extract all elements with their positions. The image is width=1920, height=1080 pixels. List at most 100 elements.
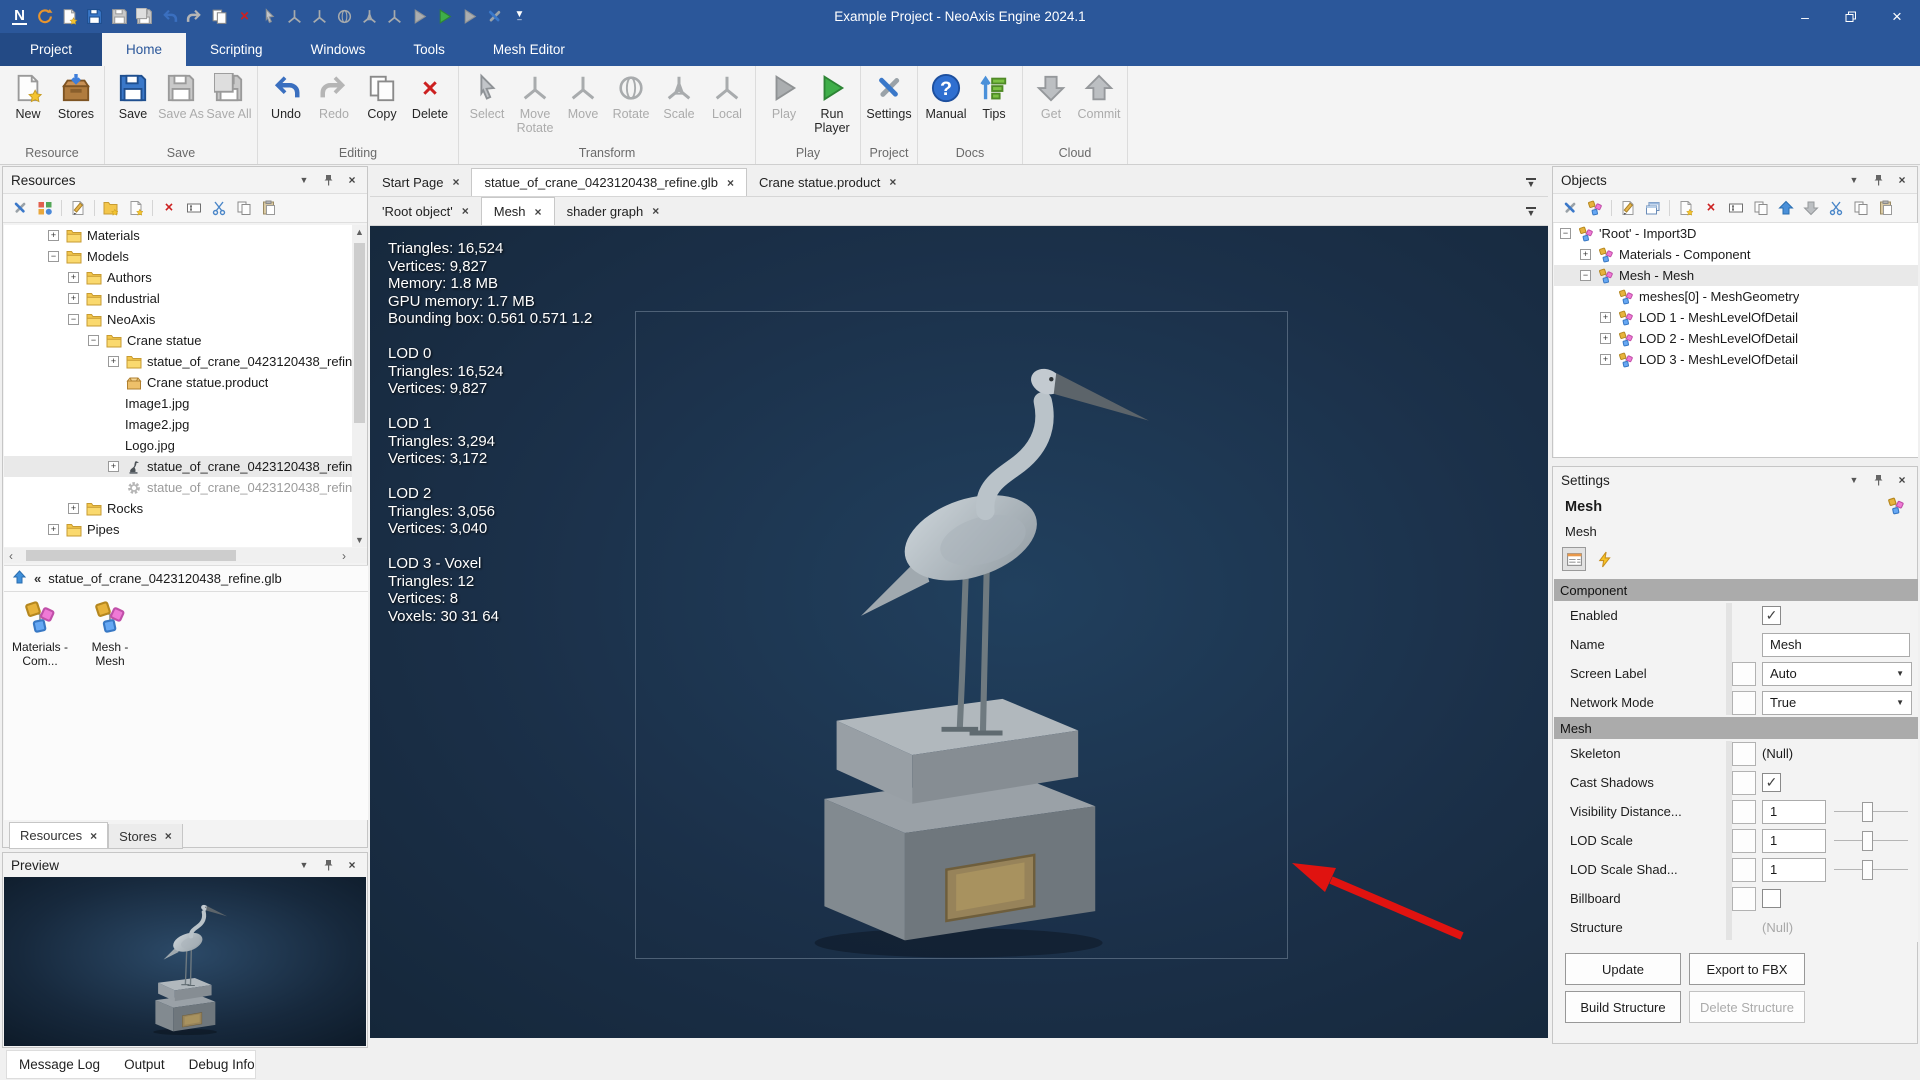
tree-row[interactable]: −'Root' - Import3D xyxy=(1554,223,1918,244)
ribbon-button-save-as[interactable]: Save As xyxy=(157,68,205,121)
ribbon-button-manual[interactable]: ?Manual xyxy=(922,68,970,121)
duplicate-icon[interactable] xyxy=(1752,199,1770,217)
tree-row[interactable]: meshes[0] - MeshGeometry xyxy=(1554,286,1918,307)
ribbon-button-redo[interactable]: Redo xyxy=(310,68,358,121)
local-icon[interactable] xyxy=(385,7,404,26)
number-field[interactable]: 1 xyxy=(1762,858,1826,882)
tab-list-icon[interactable]: ▼ xyxy=(1524,178,1538,187)
checkbox[interactable]: ✓ xyxy=(1762,606,1781,625)
close-icon[interactable]: × xyxy=(462,204,469,218)
tree-row[interactable]: +LOD 2 - MeshLevelOfDetail xyxy=(1554,328,1918,349)
document-tab-mesh[interactable]: Mesh× xyxy=(481,197,555,225)
new-resource-icon[interactable] xyxy=(127,199,145,217)
rename-icon[interactable] xyxy=(185,199,203,217)
ribbon-button-move[interactable]: Move xyxy=(559,68,607,121)
content-item-materials-com[interactable]: Materials - Com... xyxy=(8,600,72,668)
tree-row[interactable]: +Pipes xyxy=(4,519,352,540)
bottom-tab-message-log[interactable]: Message Log xyxy=(19,1057,100,1072)
resources-tree-hscrollbar[interactable]: ‹ › xyxy=(4,548,367,563)
new-resource-icon[interactable] xyxy=(1677,199,1695,217)
tree-row[interactable]: +LOD 3 - MeshLevelOfDetail xyxy=(1554,349,1918,370)
default-value-box[interactable] xyxy=(1732,691,1756,715)
copy-icon[interactable] xyxy=(210,7,229,26)
overflow-icon[interactable]: ▼– xyxy=(510,7,529,26)
default-value-box[interactable] xyxy=(1732,662,1756,686)
tree-row[interactable]: Image1.jpg xyxy=(4,393,352,414)
save-as-icon[interactable] xyxy=(110,7,129,26)
move-down-icon[interactable] xyxy=(1802,199,1820,217)
ribbon-tab-mesh-editor[interactable]: Mesh Editor xyxy=(469,33,589,66)
ribbon-button-save-all[interactable]: Save All xyxy=(205,68,253,121)
panel-menu-icon[interactable]: ▼ xyxy=(1847,475,1861,485)
close-icon[interactable]: × xyxy=(345,858,359,872)
dock-tab-stores[interactable]: Stores× xyxy=(108,824,183,849)
shapes-icon[interactable] xyxy=(36,199,54,217)
ribbon-tab-windows[interactable]: Windows xyxy=(287,33,390,66)
ribbon-button-run-player[interactable]: Run Player xyxy=(808,68,856,135)
tab-list-icon[interactable]: ▼ xyxy=(1524,207,1538,216)
document-tab-crane-statue-product[interactable]: Crane statue.product× xyxy=(747,168,908,196)
number-field[interactable]: 1 xyxy=(1762,800,1826,824)
expand-icon[interactable]: + xyxy=(108,461,119,472)
expand-icon[interactable]: + xyxy=(48,524,59,535)
tree-row[interactable]: −Crane statue xyxy=(4,330,352,351)
scroll-right-icon[interactable]: › xyxy=(337,548,351,563)
close-icon[interactable]: × xyxy=(452,175,459,189)
delete-structure-button[interactable]: Delete Structure xyxy=(1689,991,1805,1023)
checkbox[interactable] xyxy=(1762,889,1781,908)
collapse-icon[interactable]: − xyxy=(48,251,59,262)
breadcrumb-up-icon[interactable] xyxy=(12,570,27,588)
default-value-box[interactable] xyxy=(1732,829,1756,853)
ribbon-button-get[interactable]: Get xyxy=(1027,68,1075,121)
delete-icon[interactable]: × xyxy=(1702,199,1720,217)
minimize-button[interactable]: – xyxy=(1782,0,1828,33)
move-rotate-icon[interactable] xyxy=(285,7,304,26)
slider[interactable] xyxy=(1834,858,1908,882)
checkbox[interactable]: ✓ xyxy=(1762,773,1781,792)
pin-icon[interactable] xyxy=(1871,174,1885,186)
rotate-icon[interactable] xyxy=(335,7,354,26)
tree-row[interactable]: −NeoAxis xyxy=(4,309,352,330)
ribbon-tab-home[interactable]: Home xyxy=(102,33,186,66)
ribbon-tab-project[interactable]: Project xyxy=(0,33,102,66)
pin-icon[interactable] xyxy=(321,859,335,871)
close-icon[interactable]: × xyxy=(165,829,172,843)
tree-row[interactable]: +Materials - Component xyxy=(1554,244,1918,265)
panel-menu-icon[interactable]: ▼ xyxy=(1847,175,1861,185)
dropdown[interactable]: True▼ xyxy=(1762,691,1912,715)
collapse-icon[interactable]: − xyxy=(88,335,99,346)
events-icon[interactable] xyxy=(1592,547,1616,571)
expand-icon[interactable]: + xyxy=(68,293,79,304)
tree-row[interactable]: −Models xyxy=(4,246,352,267)
select-icon[interactable] xyxy=(260,7,279,26)
ribbon-button-move-rotate[interactable]: Move Rotate xyxy=(511,68,559,135)
expand-icon[interactable]: + xyxy=(1600,312,1611,323)
expand-icon[interactable]: + xyxy=(68,272,79,283)
tree-row[interactable]: +statue_of_crane_0423120438_refine.glb xyxy=(4,351,352,372)
tree-row[interactable]: +Authors xyxy=(4,267,352,288)
tree-row[interactable]: Crane statue.product xyxy=(4,372,352,393)
paste-icon[interactable] xyxy=(1877,199,1895,217)
ribbon-button-rotate[interactable]: Rotate xyxy=(607,68,655,121)
text-field[interactable]: Mesh xyxy=(1762,633,1910,657)
export-to-fbx-button[interactable]: Export to FBX xyxy=(1689,953,1805,985)
tree-row[interactable]: +Rocks xyxy=(4,498,352,519)
slider-thumb[interactable] xyxy=(1862,831,1873,851)
settings-icon[interactable] xyxy=(485,7,504,26)
default-value-box[interactable] xyxy=(1732,742,1756,766)
expand-icon[interactable]: + xyxy=(48,230,59,241)
ribbon-button-delete[interactable]: ×Delete xyxy=(406,68,454,121)
new-file-icon[interactable] xyxy=(60,7,79,26)
windows-icon[interactable] xyxy=(1644,199,1662,217)
dock-tab-resources[interactable]: Resources× xyxy=(9,822,108,849)
expand-icon[interactable]: + xyxy=(1600,354,1611,365)
expand-icon[interactable]: + xyxy=(1600,333,1611,344)
default-value-box[interactable] xyxy=(1732,887,1756,911)
play-icon[interactable] xyxy=(410,7,429,26)
close-icon[interactable]: × xyxy=(1895,473,1909,487)
tree-row[interactable]: +LOD 1 - MeshLevelOfDetail xyxy=(1554,307,1918,328)
component-icon[interactable] xyxy=(1586,199,1604,217)
scroll-up-icon[interactable]: ▲ xyxy=(352,225,367,239)
tree-row[interactable]: +statue_of_crane_0423120438_refine.glb xyxy=(4,456,352,477)
redo-icon[interactable] xyxy=(185,7,204,26)
